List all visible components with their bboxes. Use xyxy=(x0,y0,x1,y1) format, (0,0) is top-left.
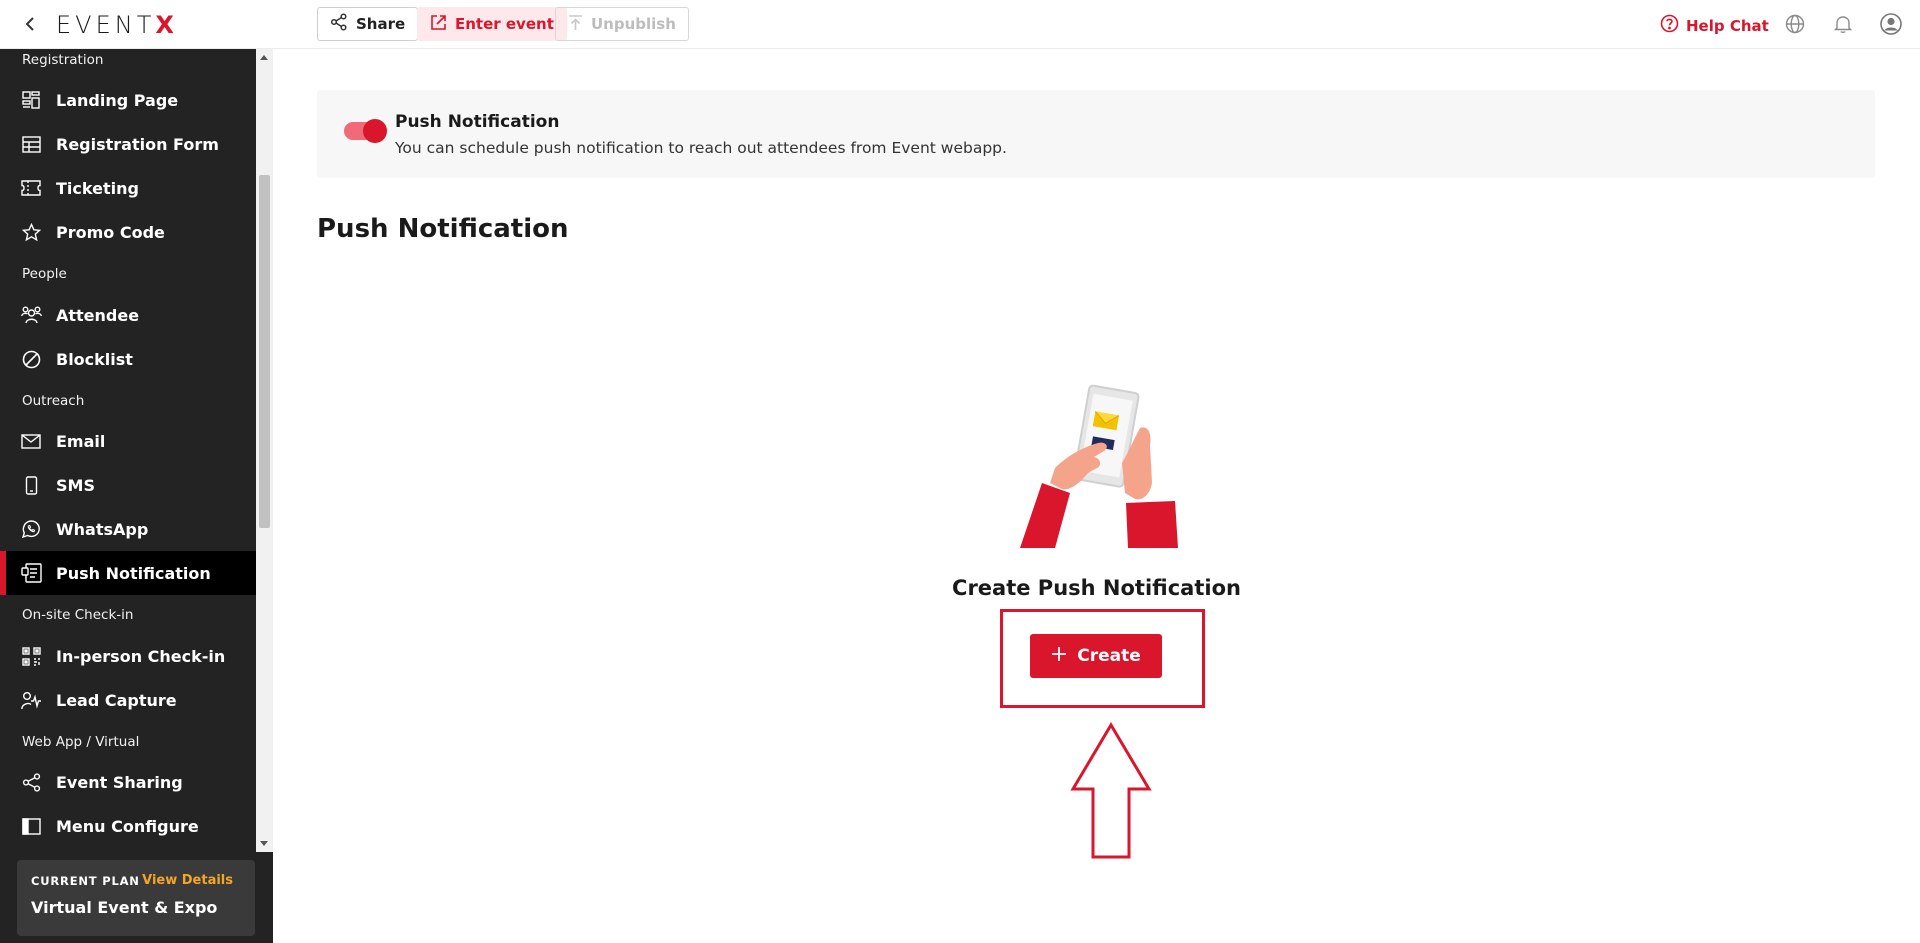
top-bar: EVENTX Share Enter event Unpublish Help … xyxy=(0,0,1920,49)
scroll-up-arrow-icon[interactable] xyxy=(260,55,268,60)
section-onsite: On-site Check-in xyxy=(22,607,134,623)
section-registration: Registration xyxy=(22,52,104,68)
sidebar-item-attendee[interactable]: Attendee xyxy=(0,293,256,337)
share-button[interactable]: Share xyxy=(317,7,419,41)
share-label: Share xyxy=(356,15,406,33)
sidebar-item-label: Blocklist xyxy=(56,349,133,369)
account-icon[interactable] xyxy=(1880,13,1902,35)
page-title: Push Notification xyxy=(317,214,569,244)
sidebar-item-label: Promo Code xyxy=(56,222,165,242)
push-notification-toggle[interactable] xyxy=(344,119,387,143)
sidebar-item-sms[interactable]: SMS xyxy=(0,463,256,507)
empty-state-title: Create Push Notification xyxy=(952,576,1241,600)
plus-icon xyxy=(1051,646,1067,667)
sidebar-icon xyxy=(20,815,42,837)
section-people: People xyxy=(22,266,67,282)
external-link-icon xyxy=(430,14,447,35)
logo-accent: X xyxy=(155,11,178,39)
push-icon xyxy=(20,562,42,584)
sidebar-item-label: WhatsApp xyxy=(56,519,149,539)
ticket-icon xyxy=(20,177,42,199)
sidebar-nav: Registration Landing Page Registration F… xyxy=(0,49,256,852)
phone-hands-illustration xyxy=(1010,383,1190,548)
sidebar-item-label: Menu Configure xyxy=(56,816,199,836)
sidebar-item-label: Registration Form xyxy=(56,134,219,154)
sidebar-item-label: Push Notification xyxy=(56,563,211,583)
sidebar-item-promo-code[interactable]: Promo Code xyxy=(0,210,256,254)
push-notification-banner: Push Notification You can schedule push … xyxy=(317,90,1875,178)
layout-icon xyxy=(20,89,42,111)
sidebar-item-label: SMS xyxy=(56,475,95,495)
enter-event-button[interactable]: Enter event xyxy=(417,7,567,41)
sidebar-item-event-sharing[interactable]: Event Sharing xyxy=(0,760,256,804)
users-icon xyxy=(20,304,42,326)
sidebar-item-label: Attendee xyxy=(56,305,140,325)
up-arrow-annotation-icon xyxy=(1070,722,1152,860)
current-plan-card: CURRENT PLAN View Details Virtual Event … xyxy=(17,860,255,936)
banner-title: Push Notification xyxy=(395,112,560,132)
qr-icon xyxy=(20,645,42,667)
globe-icon[interactable] xyxy=(1784,13,1806,35)
whatsapp-icon xyxy=(20,518,42,540)
unpublish-button[interactable]: Unpublish xyxy=(555,7,689,41)
sidebar-item-label: Event Sharing xyxy=(56,772,183,792)
create-button[interactable]: Create xyxy=(1030,634,1162,678)
sidebar-item-label: Ticketing xyxy=(56,178,139,198)
sidebar: Registration Landing Page Registration F… xyxy=(0,49,273,943)
help-chat-button[interactable]: Help Chat xyxy=(1660,14,1769,37)
plan-name: Virtual Event & Expo xyxy=(31,898,218,917)
share-icon xyxy=(330,13,348,35)
logo[interactable]: EVENTX xyxy=(56,11,178,39)
sidebar-item-email[interactable]: Email xyxy=(0,419,256,463)
section-outreach: Outreach xyxy=(22,393,85,409)
sidebar-item-in-person-check-in[interactable]: In-person Check-in xyxy=(0,634,256,678)
sidebar-item-label: Landing Page xyxy=(56,90,179,110)
sidebar-item-label: In-person Check-in xyxy=(56,646,226,666)
help-icon xyxy=(1660,14,1679,37)
logo-text: EVENT xyxy=(56,11,156,39)
lead-icon xyxy=(20,689,42,711)
share-icon xyxy=(20,771,42,793)
sidebar-item-blocklist[interactable]: Blocklist xyxy=(0,337,256,381)
unpublish-label: Unpublish xyxy=(591,15,676,33)
sidebar-item-whatsapp[interactable]: WhatsApp xyxy=(0,507,256,551)
sidebar-scrollbar[interactable] xyxy=(256,49,273,852)
scroll-down-arrow-icon[interactable] xyxy=(260,841,268,846)
sidebar-item-lead-capture[interactable]: Lead Capture xyxy=(0,678,256,722)
phone-icon xyxy=(20,474,42,496)
sidebar-item-label: Lead Capture xyxy=(56,690,177,710)
sidebar-item-menu-configure[interactable]: Menu Configure xyxy=(0,804,256,848)
bell-icon[interactable] xyxy=(1832,13,1854,35)
table-icon xyxy=(20,133,42,155)
sidebar-item-registration-form[interactable]: Registration Form xyxy=(0,122,256,166)
sidebar-item-ticketing[interactable]: Ticketing xyxy=(0,166,256,210)
sidebar-item-landing-page[interactable]: Landing Page xyxy=(0,78,256,122)
back-arrow-icon[interactable] xyxy=(20,14,40,34)
upload-icon xyxy=(568,14,583,35)
create-button-label: Create xyxy=(1077,646,1141,666)
sidebar-item-label: Email xyxy=(56,431,106,451)
banner-description: You can schedule push notification to re… xyxy=(395,139,1007,157)
star-icon xyxy=(20,221,42,243)
view-details-link[interactable]: View Details xyxy=(142,873,233,888)
enter-event-label: Enter event xyxy=(455,15,554,33)
help-chat-label: Help Chat xyxy=(1686,16,1769,35)
section-webapp: Web App / Virtual xyxy=(22,734,140,750)
block-icon xyxy=(20,348,42,370)
sidebar-item-push-notification[interactable]: Push Notification xyxy=(0,551,256,595)
mail-icon xyxy=(20,430,42,452)
scrollbar-thumb[interactable] xyxy=(259,175,270,528)
